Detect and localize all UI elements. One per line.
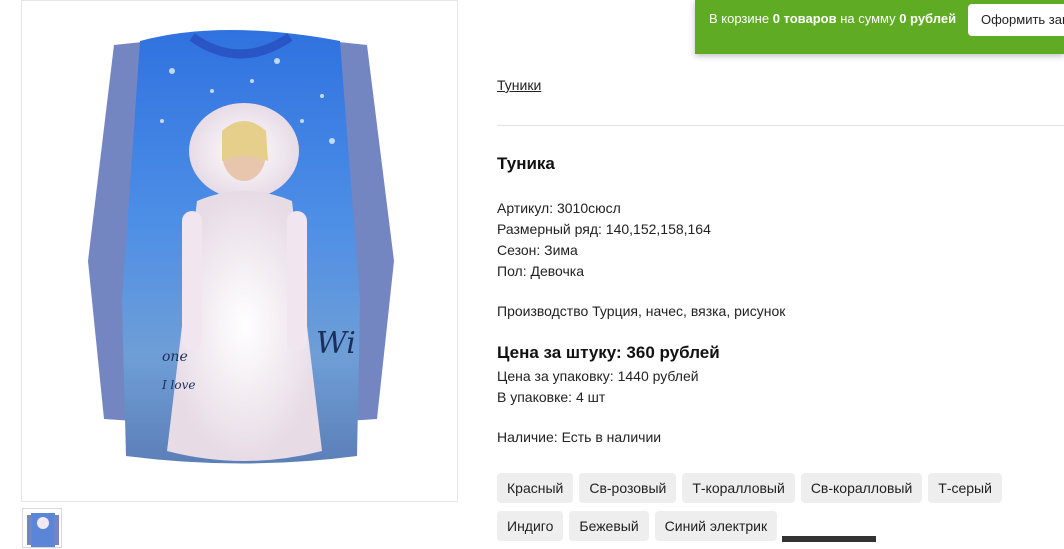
color-chip-indigo[interactable]: Индиго: [497, 511, 564, 541]
price-pack-info: Цена за упаковку: 1440 рублей В упаковке…: [497, 366, 699, 408]
cart-bar: В корзине 0 товаров на сумму 0 рублей Оф…: [695, 0, 1064, 54]
checkout-button[interactable]: Оформить заказ: [968, 4, 1064, 36]
bottom-bar: [782, 536, 876, 542]
breadcrumb-link[interactable]: Туники: [497, 77, 541, 93]
color-chip-beige[interactable]: Бежевый: [569, 511, 649, 541]
color-chip-light-pink[interactable]: Св-розовый: [579, 473, 677, 503]
print-text-one: one: [162, 349, 188, 365]
product-specs: Артикул: 3010сюсл Размерный ряд: 140,152…: [497, 198, 711, 282]
price-per-item: Цена за штуку: 360 рублей: [497, 343, 720, 362]
spec-season: Сезон: Зима: [497, 242, 578, 258]
color-chip-dark-coral[interactable]: Т-коралловый: [682, 473, 795, 503]
print-text-wi: Wi: [316, 326, 356, 361]
cart-summary: В корзине 0 товаров на сумму 0 рублей: [709, 11, 956, 26]
color-chip-dark-grey[interactable]: Т-серый: [928, 473, 1002, 503]
spec-gender: Пол: Девочка: [497, 263, 585, 279]
spec-sizes: Размерный ряд: 140,152,158,164: [497, 221, 711, 237]
color-chip-light-coral[interactable]: Св-коралловый: [800, 473, 923, 503]
product-title: Туника: [497, 154, 555, 173]
color-options: Красный Св-розовый Т-коралловый Св-кораллов…: [497, 473, 1064, 549]
cart-prefix: В корзине: [709, 11, 773, 26]
cart-middle: на сумму: [836, 11, 900, 26]
divider: [497, 125, 1064, 126]
thumbnail-main[interactable]: [22, 508, 62, 548]
product-image[interactable]: one Wi I love: [21, 0, 458, 502]
cart-sum: 0 рублей: [899, 11, 957, 26]
product-description: Производство Турция, начес, вязка, рисун…: [497, 303, 786, 319]
availability: Наличие: Есть в наличии: [497, 429, 662, 445]
pack-count: В упаковке: 4 шт: [497, 389, 606, 405]
print-text-love: I love: [161, 378, 196, 392]
color-chip-red[interactable]: Красный: [497, 473, 574, 503]
cart-count: 0 товаров: [772, 11, 837, 26]
color-chip-electric-blue[interactable]: Синий электрик: [654, 511, 778, 541]
spec-article: Артикул: 3010сюсл: [497, 200, 621, 216]
price-per-pack: Цена за упаковку: 1440 рублей: [497, 368, 699, 384]
